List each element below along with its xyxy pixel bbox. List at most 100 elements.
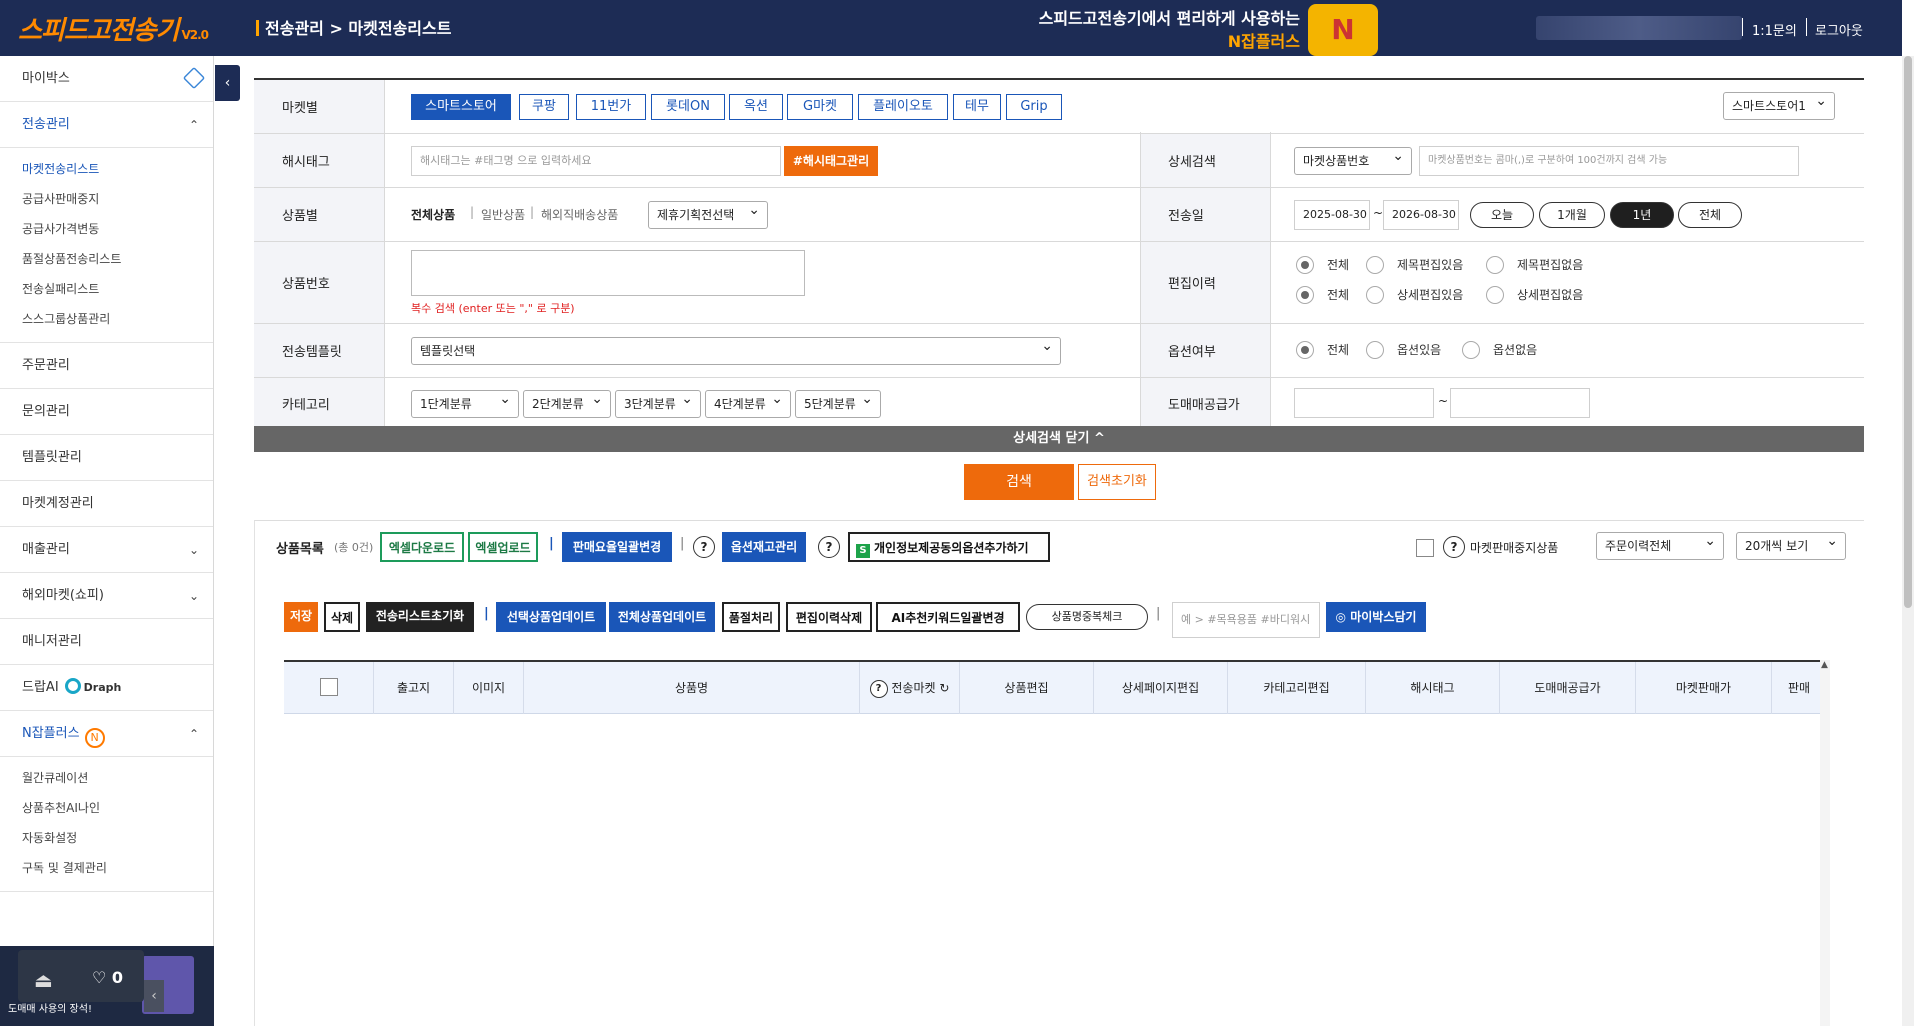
option-stock-button[interactable]: 옵션재고관리 — [722, 532, 806, 562]
delete-button[interactable]: 삭제 — [324, 602, 360, 632]
update-all-button[interactable]: 전체상품업데이트 — [609, 602, 715, 632]
edit-title-all-radio[interactable] — [1296, 256, 1314, 274]
store-account-select[interactable]: 스마트스토어1 — [1723, 88, 1835, 120]
mybox-load-button[interactable]: ◎ 마이박스담기 — [1326, 602, 1426, 632]
sidebar-item-sales[interactable]: 매출관리 ⌄ — [0, 527, 213, 573]
like-counter[interactable]: ♡ 0 — [92, 968, 123, 987]
sidebar-item-drop-ai[interactable]: 드랍AI Draph — [0, 665, 213, 711]
excel-download-button[interactable]: 엑셀다운로드 — [380, 532, 464, 562]
refresh-icon[interactable]: ↻ — [939, 681, 949, 695]
widget-collapse-button[interactable]: ‹ — [144, 980, 164, 1012]
sidebar-collapse-button[interactable]: ‹ — [215, 65, 240, 101]
dup-check-button[interactable]: 상품명중복체크 — [1026, 604, 1148, 630]
save-button[interactable]: 저장 — [284, 602, 318, 632]
edit-title-no-radio[interactable] — [1486, 256, 1504, 274]
product-no-textarea[interactable] — [411, 250, 805, 296]
market-smartstore-button[interactable]: 스마트스토어 — [411, 94, 511, 120]
hashtag-manage-button[interactable]: #해시태그관리 — [784, 146, 878, 176]
detail-search-input[interactable]: 마켓상품번호는 콤마(,)로 구분하여 100건까지 검색 가능 — [1419, 146, 1799, 176]
sidebar-sub-ai-nine[interactable]: 상품추천AI나인 — [22, 793, 213, 823]
scroll-up-icon[interactable]: ▲ — [1821, 660, 1828, 670]
sidebar-item-order[interactable]: 주문관리 — [0, 343, 213, 389]
sidebar-item-mybox[interactable]: 마이박스 — [0, 56, 213, 102]
edit-detail-no-radio[interactable] — [1486, 286, 1504, 304]
market-auction-button[interactable]: 옥션 — [729, 94, 783, 120]
category-level4-select[interactable]: 4단계분류 — [705, 386, 791, 418]
market-grip-button[interactable]: Grip — [1006, 94, 1062, 120]
date-1year-pill[interactable]: 1년 — [1610, 202, 1674, 228]
date-from-input[interactable]: 2025-08-30 — [1294, 200, 1370, 230]
sidebar-sub-supplier-stop[interactable]: 공급사판매중지 — [22, 184, 213, 214]
search-reset-button[interactable]: 검색초기화 — [1078, 464, 1156, 500]
sidebar-sub-fail-list[interactable]: 전송실패리스트 — [22, 274, 213, 304]
sidebar-sub-soldout-list[interactable]: 품절상품전송리스트 — [22, 244, 213, 274]
sidebar-item-njob[interactable]: N잡플러스 N ⌃ — [0, 711, 213, 757]
date-all-pill[interactable]: 전체 — [1678, 202, 1742, 228]
category-level2-select[interactable]: 2단계분류 — [523, 386, 611, 418]
soldout-button[interactable]: 품절처리 — [722, 602, 780, 632]
page-size-select[interactable]: 20개씩 보기 — [1736, 528, 1846, 560]
rate-change-button[interactable]: 판매요율일괄변경 — [562, 532, 672, 562]
excel-upload-button[interactable]: 엑셀업로드 — [468, 532, 538, 562]
sidebar-item-transfer[interactable]: 전송관리 ⌃ — [0, 102, 213, 148]
date-to-input[interactable]: 2026-08-30 — [1383, 200, 1459, 230]
edit-detail-yes-radio[interactable] — [1366, 286, 1384, 304]
date-1month-pill[interactable]: 1개월 — [1539, 202, 1605, 228]
sidebar-item-overseas[interactable]: 해외마켓(쇼피) ⌄ — [0, 573, 213, 619]
stop-sale-checkbox[interactable] — [1416, 539, 1434, 557]
market-11st-button[interactable]: 11번가 — [576, 94, 646, 120]
sidebar-sub-subscription[interactable]: 구독 및 결제관리 — [22, 853, 213, 883]
wholesale-min-input[interactable] — [1294, 388, 1434, 418]
logout-link[interactable]: 로그아웃 — [1815, 20, 1863, 39]
eject-icon[interactable]: ⏏ — [34, 968, 53, 992]
sidebar-sub-curation[interactable]: 월간큐레이션 — [22, 763, 213, 793]
promo-select[interactable]: 제휴기획전선택 — [648, 197, 768, 229]
category-level5-select[interactable]: 5단계분류 — [795, 386, 881, 418]
help-icon[interactable]: ? — [1443, 536, 1465, 558]
sidebar-item-manager[interactable]: 매니저관리 — [0, 619, 213, 665]
market-gmarket-button[interactable]: G마켓 — [787, 94, 853, 120]
select-all-checkbox[interactable] — [320, 678, 338, 696]
market-lotteon-button[interactable]: 롯데ON — [651, 94, 725, 120]
njob-promo-banner[interactable]: 스피드고전송기에서 편리하게 사용하는 N잡플러스 N — [1039, 4, 1382, 56]
category-level1-select[interactable]: 1단계분류 — [411, 386, 519, 418]
privacy-option-button[interactable]: S 개인정보제공동의옵션추가하기 — [848, 532, 1050, 562]
option-no-radio[interactable] — [1462, 341, 1480, 359]
sidebar-sub-supplier-price[interactable]: 공급사가격변동 — [22, 214, 213, 244]
detail-search-select[interactable]: 마켓상품번호 — [1294, 143, 1412, 175]
sidebar-sub-market-list[interactable]: 마켓전송리스트 — [22, 154, 213, 184]
market-coupang-button[interactable]: 쿠팡 — [519, 94, 569, 120]
table-scrollbar[interactable] — [1820, 660, 1830, 1026]
market-temu-button[interactable]: 테무 — [953, 94, 1001, 120]
page-scrollbar[interactable] — [1902, 56, 1914, 1026]
reset-list-button[interactable]: 전송리스트초기화 — [366, 602, 474, 632]
edit-detail-all-radio[interactable] — [1296, 286, 1314, 304]
search-button[interactable]: 검색 — [964, 464, 1074, 500]
option-all-radio[interactable] — [1296, 341, 1314, 359]
app-logo[interactable]: 스피드고전송기 V2.0 — [18, 10, 209, 47]
product-type-normal[interactable]: 일반상품 — [481, 206, 525, 223]
market-playauto-button[interactable]: 플레이오토 — [858, 94, 948, 120]
option-yes-radio[interactable] — [1366, 341, 1384, 359]
sidebar-item-market-account[interactable]: 마켓계정관리 — [0, 481, 213, 527]
order-history-select[interactable]: 주문이력전체 — [1596, 528, 1724, 560]
date-today-pill[interactable]: 오늘 — [1470, 202, 1534, 228]
ai-keyword-button[interactable]: AI추천키워드일괄변경 — [876, 602, 1020, 632]
scrollbar-thumb[interactable] — [1904, 56, 1912, 608]
wholesale-max-input[interactable] — [1450, 388, 1590, 418]
category-level3-select[interactable]: 3단계분류 — [615, 386, 701, 418]
sidebar-sub-automation[interactable]: 자동화설정 — [22, 823, 213, 853]
template-select[interactable]: 템플릿선택 — [411, 333, 1061, 365]
tag-input[interactable]: 예 > #목욕용품 #바디워시 — [1172, 602, 1320, 638]
product-type-all[interactable]: 전체상품 — [411, 206, 455, 223]
help-icon[interactable]: ? — [818, 536, 840, 558]
sidebar-item-template[interactable]: 템플릿관리 — [0, 435, 213, 481]
inquiry-link[interactable]: 1:1문의 — [1752, 20, 1797, 39]
product-type-overseas[interactable]: 해외직배송상품 — [541, 206, 618, 223]
help-icon[interactable]: ? — [693, 536, 715, 558]
sidebar-sub-group-product[interactable]: 스스그룹상품관리 — [22, 304, 213, 334]
delete-history-button[interactable]: 편집이력삭제 — [786, 602, 872, 632]
update-selected-button[interactable]: 선택상품업데이트 — [496, 602, 606, 632]
edit-title-yes-radio[interactable] — [1366, 256, 1384, 274]
hashtag-input[interactable]: 해시태그는 #태그명 으로 입력하세요 — [411, 146, 781, 176]
